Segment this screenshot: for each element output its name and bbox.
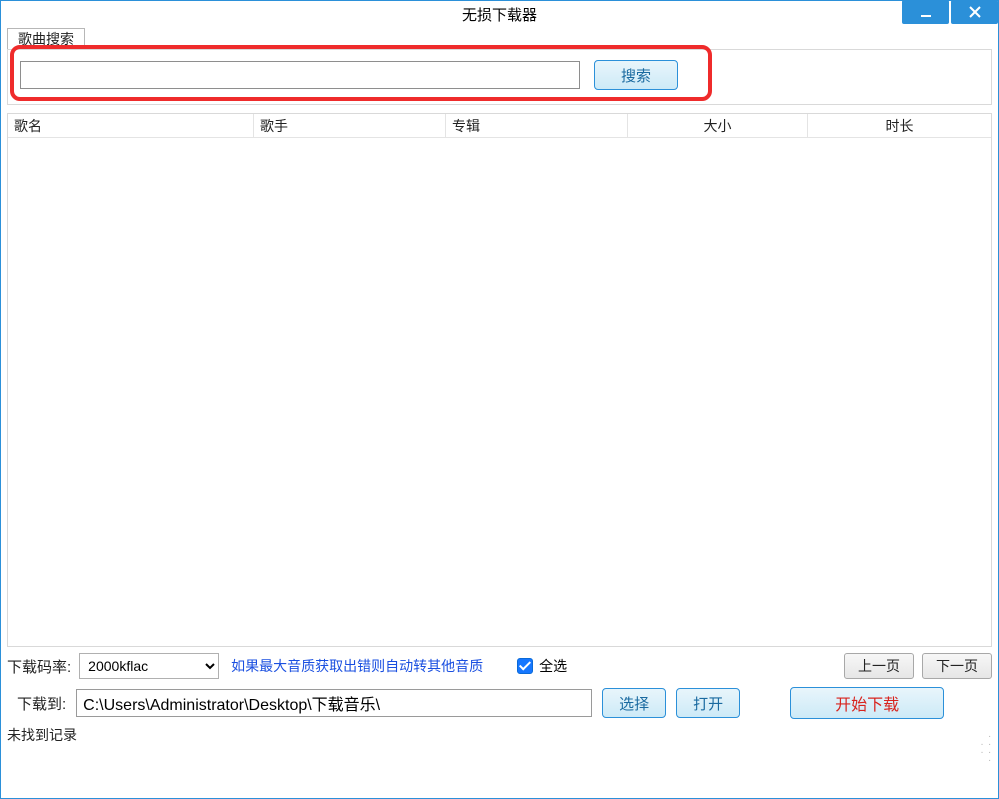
minimize-button[interactable]	[902, 0, 949, 24]
status-text: 未找到记录	[7, 725, 77, 745]
close-icon	[969, 6, 981, 18]
col-artist[interactable]: 歌手	[254, 114, 446, 137]
bitrate-note: 如果最大音质获取出错则自动转其他音质	[231, 656, 483, 676]
download-path-input[interactable]	[76, 689, 592, 717]
minimize-icon	[919, 5, 933, 19]
search-row: 搜索	[20, 60, 678, 90]
search-panel: 搜索	[7, 49, 992, 105]
titlebar: 无损下载器	[1, 1, 998, 27]
col-album[interactable]: 专辑	[446, 114, 628, 137]
prev-page-button[interactable]: 上一页	[844, 653, 914, 679]
window-controls	[900, 0, 998, 24]
col-duration[interactable]: 时长	[808, 114, 991, 137]
col-song-name[interactable]: 歌名	[8, 114, 254, 137]
close-button[interactable]	[951, 0, 998, 24]
download-path-row: 下载到: 选择 打开 开始下载	[1, 683, 998, 723]
col-size[interactable]: 大小	[628, 114, 808, 137]
bitrate-select[interactable]: 2000kflac	[79, 653, 219, 679]
bitrate-label: 下载码率:	[7, 656, 71, 677]
select-all-wrap: 全选	[517, 656, 567, 676]
choose-folder-button[interactable]: 选择	[602, 688, 666, 718]
app-window: 无损下载器 歌曲搜索 搜索 歌名	[0, 0, 999, 799]
search-button[interactable]: 搜索	[594, 60, 678, 90]
status-bar: 未找到记录 .. .. . .	[1, 723, 998, 747]
search-input[interactable]	[20, 61, 580, 89]
resize-grip-icon[interactable]: .. .. . .	[978, 731, 992, 745]
tabstrip: 歌曲搜索	[1, 27, 998, 49]
next-page-button[interactable]: 下一页	[922, 653, 992, 679]
open-folder-button[interactable]: 打开	[676, 688, 740, 718]
download-to-label: 下载到:	[17, 693, 66, 714]
results-table: 歌名 歌手 专辑 大小 时长	[7, 113, 992, 647]
table-header: 歌名 歌手 专辑 大小 时长	[8, 114, 991, 138]
select-all-label: 全选	[539, 656, 567, 676]
tab-song-search[interactable]: 歌曲搜索	[7, 28, 85, 50]
bitrate-row: 下载码率: 2000kflac 如果最大音质获取出错则自动转其他音质 全选 上一…	[1, 647, 998, 683]
window-title: 无损下载器	[462, 4, 537, 25]
select-all-checkbox[interactable]	[517, 658, 533, 674]
start-download-button[interactable]: 开始下载	[790, 687, 944, 719]
